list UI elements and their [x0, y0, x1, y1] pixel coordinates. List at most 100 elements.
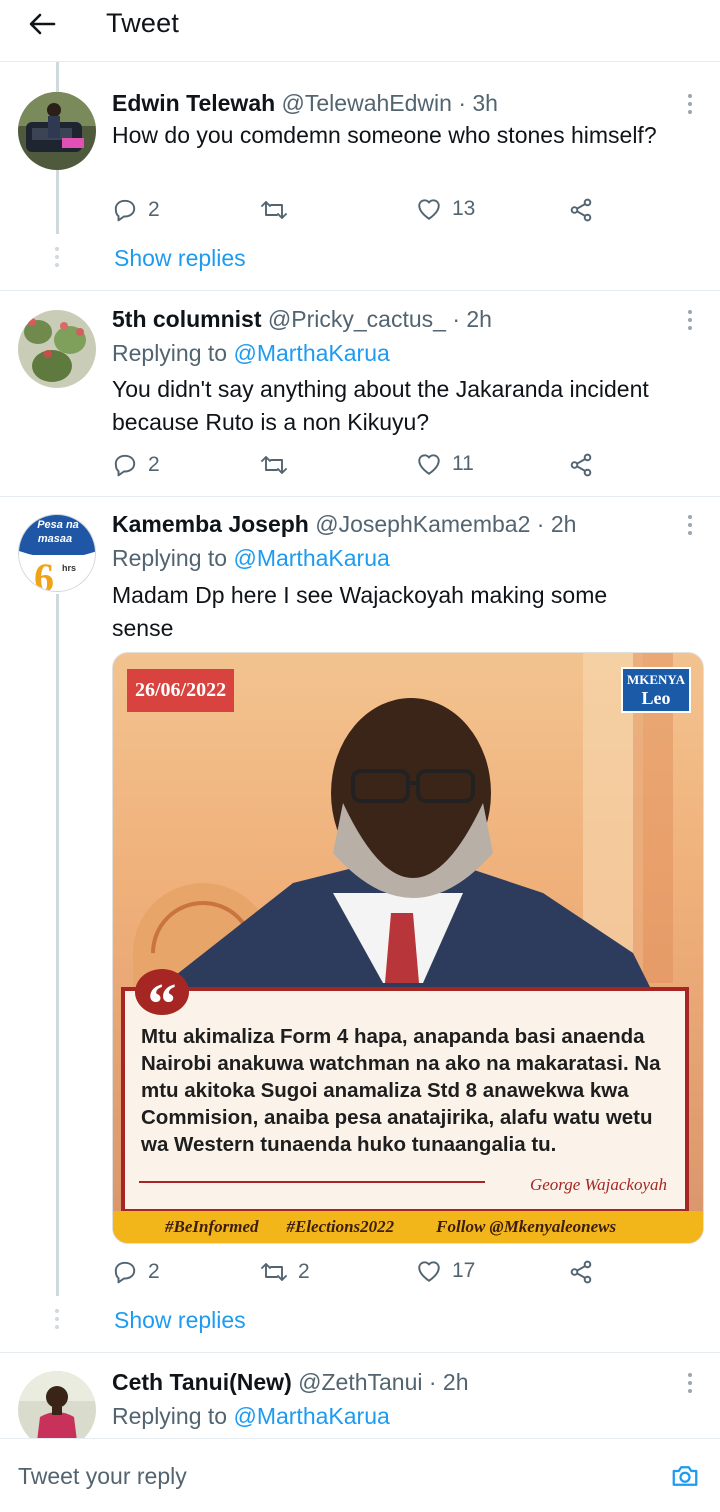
reply-icon	[114, 199, 136, 222]
divider	[0, 496, 720, 497]
heart-icon	[418, 199, 440, 220]
tweet-actions: 2 13	[112, 197, 612, 227]
share-icon	[570, 1260, 592, 1284]
display-name[interactable]: Ceth Tanui(New)	[112, 1369, 292, 1395]
share-icon	[570, 453, 592, 477]
tweet-text: How do you comdemn someone who stones hi…	[112, 122, 657, 148]
tweet-header: Ceth Tanui(New) @ZethTanui · 2h	[112, 1368, 469, 1396]
share-button[interactable]	[568, 1259, 594, 1285]
reply-button[interactable]: 2	[112, 1259, 160, 1285]
media-footer: #BeInformed #Elections2022 Follow @Mkeny…	[113, 1211, 703, 1243]
back-button[interactable]	[22, 6, 62, 42]
arrow-left-icon	[29, 13, 56, 35]
display-name[interactable]: Kamemba Joseph	[112, 511, 309, 537]
svg-text:hrs: hrs	[62, 563, 76, 573]
replying-to-label: Replying to	[112, 340, 228, 366]
top-bar: Tweet	[0, 0, 720, 62]
quote-author: George Wajackoyah	[529, 1175, 667, 1194]
mention-link[interactable]: @MarthaKarua	[233, 340, 389, 366]
camera-button[interactable]	[670, 1461, 700, 1496]
retweet-icon	[261, 456, 287, 474]
mention-link[interactable]: @MarthaKarua	[233, 545, 389, 571]
retweet-icon	[261, 1263, 287, 1281]
quote-text: Mtu akimaliza Form 4 hapa, anapanda basi…	[141, 1025, 661, 1156]
follow-text: Follow @Mkenyaleonews	[436, 1217, 617, 1236]
tweet-text: Madam Dp here I see Wajackoyah making so…	[112, 582, 608, 641]
quote-icon: “	[135, 969, 189, 1036]
share-icon	[570, 198, 592, 222]
reply-button[interactable]: 2	[112, 452, 160, 478]
replying-to: Replying to @MarthaKarua	[112, 544, 390, 572]
hashtag: #BeInformed	[165, 1217, 259, 1236]
reply-composer: Tweet your reply	[0, 1438, 720, 1512]
timestamp: · 2h	[452, 306, 492, 332]
thread-dots	[54, 1309, 60, 1329]
reply-count: 2	[148, 198, 160, 221]
tweet-header: Kamemba Joseph @JosephKamemba2 · 2h	[112, 510, 576, 538]
date-badge: 26/06/2022	[127, 669, 235, 712]
more-options-button[interactable]	[686, 310, 694, 330]
more-options-button[interactable]	[686, 515, 694, 535]
quote-divider	[139, 1181, 485, 1183]
heart-icon	[418, 1261, 440, 1282]
avatar[interactable]	[18, 92, 96, 170]
like-button[interactable]: 13	[416, 197, 475, 221]
tweet-header: 5th columnist @Pricky_cactus_ · 2h	[112, 305, 492, 333]
like-count: 13	[452, 197, 476, 220]
timestamp: · 2h	[536, 511, 577, 537]
username[interactable]: @Pricky_cactus_	[268, 306, 446, 332]
share-button[interactable]	[568, 452, 594, 478]
reply-icon	[114, 454, 136, 477]
show-replies-link[interactable]: Show replies	[114, 244, 246, 272]
divider	[0, 1352, 720, 1353]
like-count: 17	[452, 1259, 476, 1282]
username[interactable]: @ZethTanui	[298, 1369, 422, 1395]
page-title: Tweet	[106, 8, 180, 38]
replying-to: Replying to @MarthaKarua	[112, 1402, 390, 1430]
username[interactable]: @JosephKamemba2	[315, 511, 530, 537]
share-button[interactable]	[568, 197, 594, 223]
reply-input[interactable]: Tweet your reply	[18, 1463, 187, 1490]
svg-text:Pesa na: Pesa na	[37, 519, 79, 531]
avatar[interactable]	[18, 310, 96, 388]
retweet-count: 2	[298, 1260, 310, 1283]
thread-dots	[54, 247, 60, 267]
tweet-header: Edwin Telewah @TelewahEdwin · 3h	[112, 89, 498, 117]
show-replies-link[interactable]: Show replies	[114, 1306, 246, 1334]
replying-to: Replying to @MarthaKarua	[112, 339, 390, 367]
mention-link[interactable]: @MarthaKarua	[233, 1403, 389, 1429]
like-button[interactable]: 11	[416, 452, 474, 476]
reply-icon	[114, 1261, 136, 1284]
like-button[interactable]: 17	[416, 1259, 475, 1283]
tweet-text: You didn't say anything about the Jakara…	[112, 376, 649, 435]
username[interactable]: @TelewahEdwin	[282, 90, 452, 116]
retweet-icon	[261, 201, 287, 219]
reply-count: 2	[148, 453, 160, 476]
reply-count: 2	[148, 1260, 160, 1283]
timestamp: · 2h	[428, 1369, 469, 1395]
retweet-button[interactable]	[260, 452, 288, 478]
more-options-button[interactable]	[686, 94, 694, 114]
avatar[interactable]: Pesa na masaa 6 hrs	[18, 514, 96, 592]
retweet-button[interactable]: 2	[260, 1259, 310, 1285]
reply-button[interactable]: 2	[112, 197, 160, 223]
more-options-button[interactable]	[686, 1373, 694, 1393]
tweet-actions: 2 11	[112, 452, 612, 482]
hashtag: #Elections2022	[286, 1217, 395, 1236]
quote-box: “ Mtu akimaliza Form 4 hapa, anapanda ba…	[121, 969, 689, 1213]
replying-to-label: Replying to	[112, 545, 228, 571]
timestamp: · 3h	[458, 90, 498, 116]
heart-icon	[418, 454, 440, 475]
brand-logo: MKENYA Leo	[621, 667, 691, 713]
like-count: 11	[452, 452, 474, 475]
tweet-actions: 2 2 17	[112, 1259, 612, 1289]
thread-line	[56, 594, 59, 1296]
svg-text:6: 6	[34, 555, 54, 592]
svg-text:masaa: masaa	[38, 533, 72, 545]
replying-to-label: Replying to	[112, 1403, 228, 1429]
retweet-button[interactable]	[260, 197, 288, 223]
tweet-media-image[interactable]: 26/06/2022 MKENYA Leo “ Mtu akimaliza Fo…	[112, 652, 704, 1244]
display-name[interactable]: Edwin Telewah	[112, 90, 275, 116]
display-name[interactable]: 5th columnist	[112, 306, 262, 332]
camera-icon	[672, 1466, 698, 1486]
